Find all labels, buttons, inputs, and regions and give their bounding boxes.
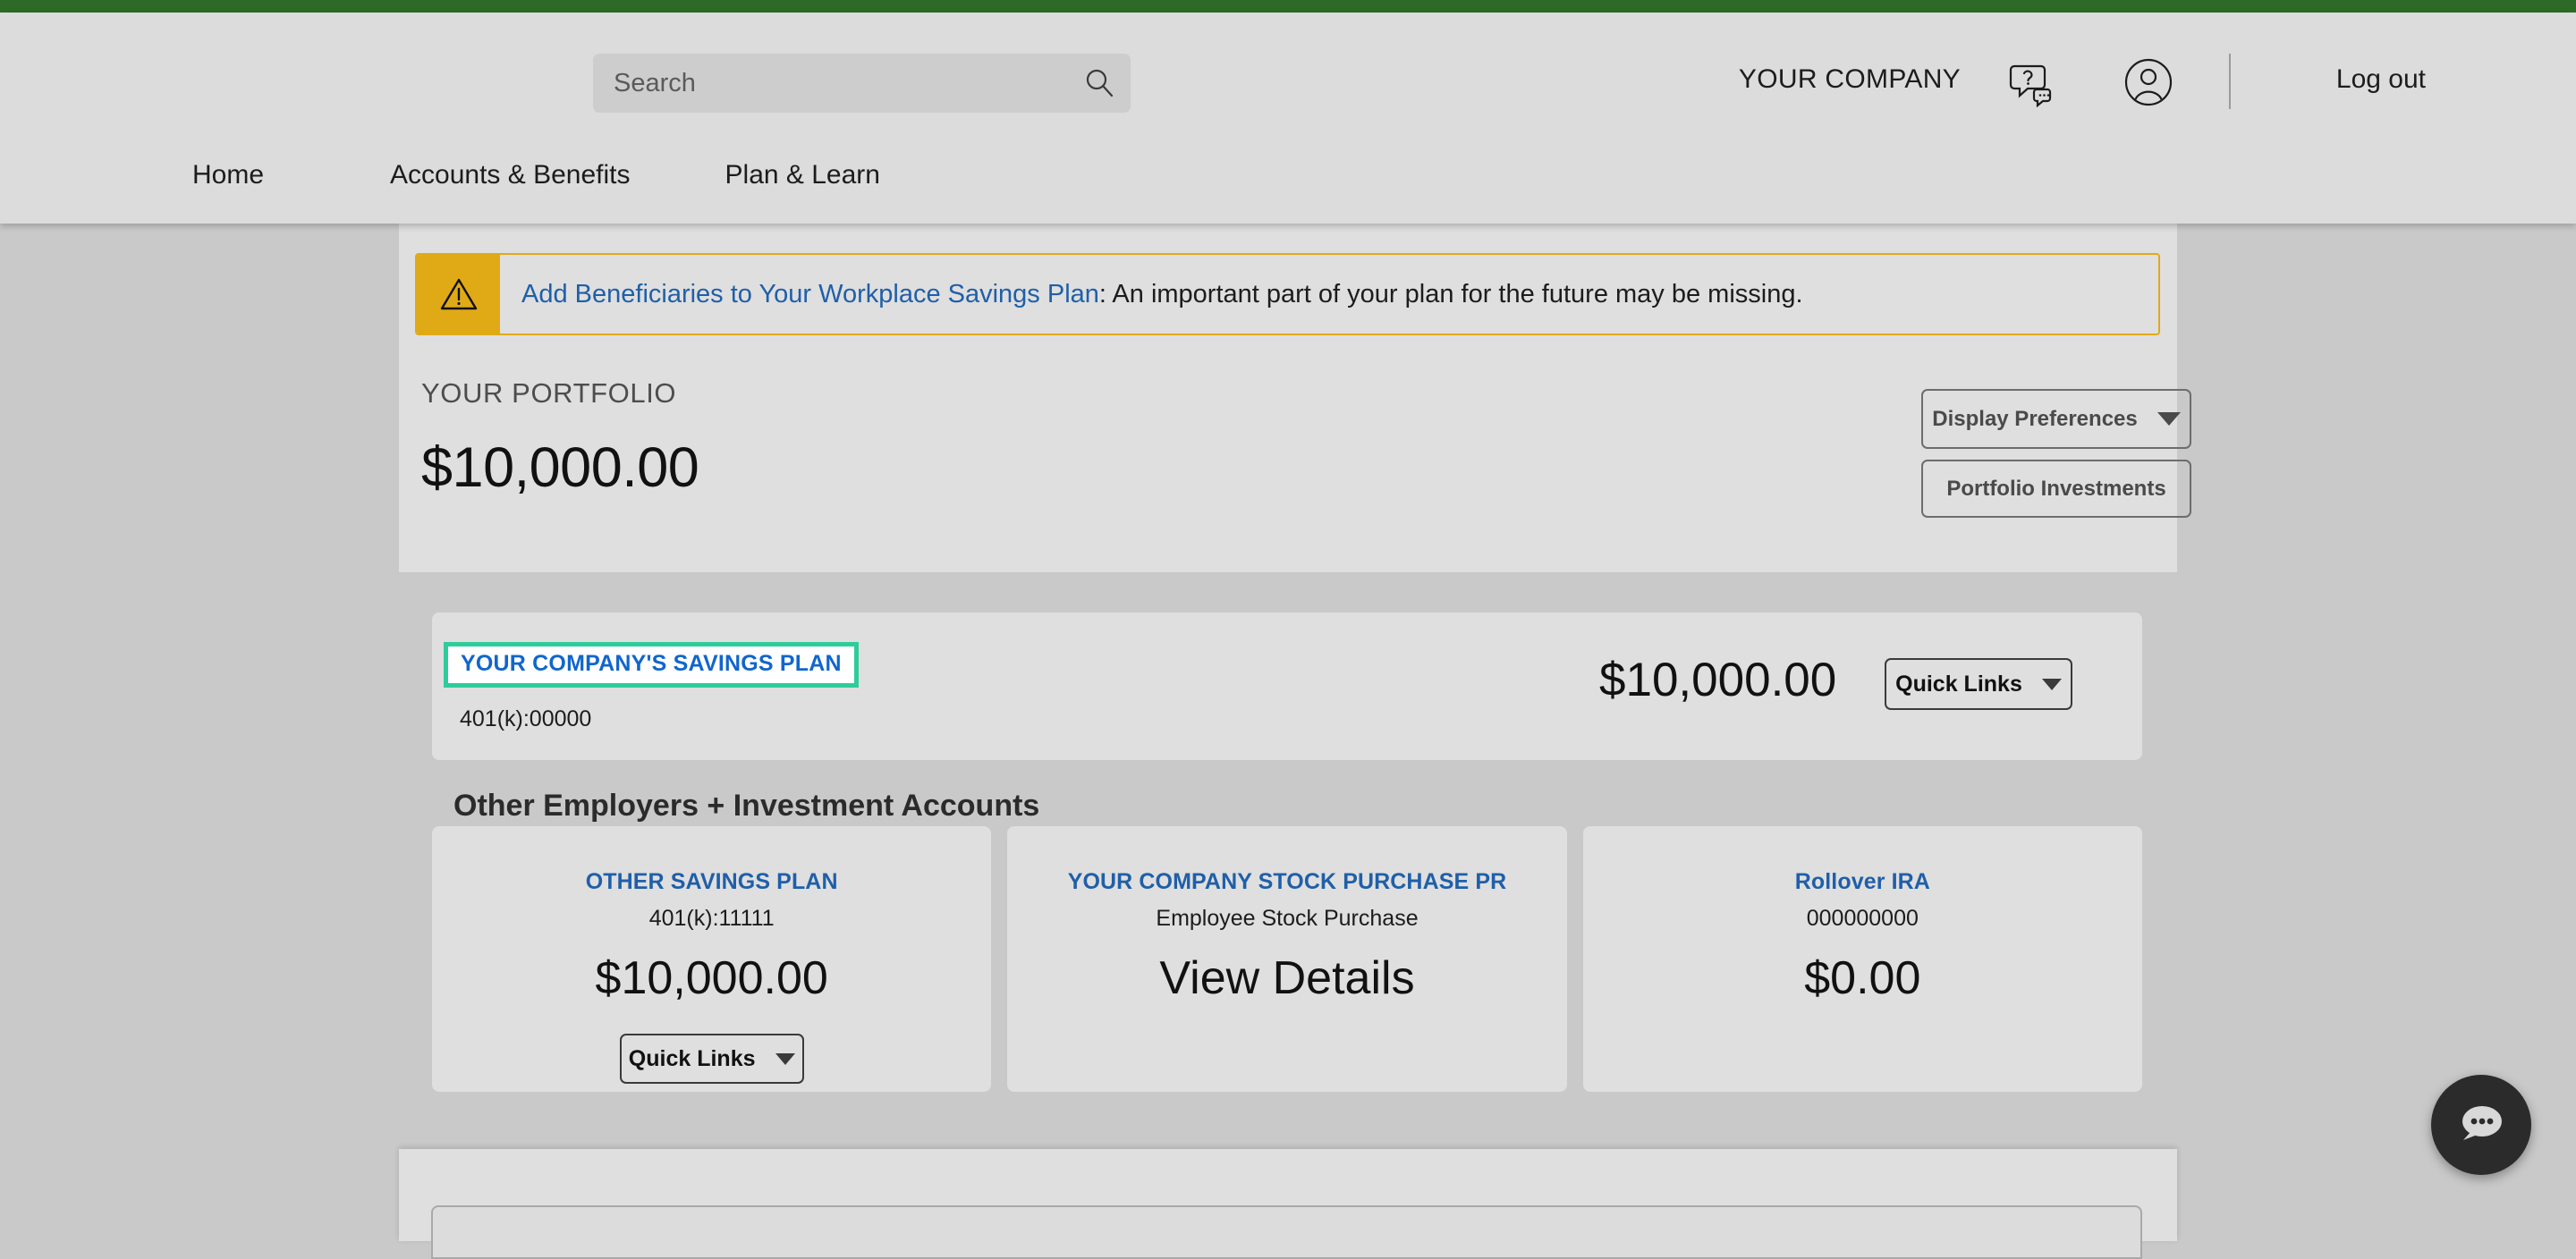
portfolio-label: YOUR PORTFOLIO	[421, 377, 677, 409]
warning-triangle-icon	[417, 255, 500, 334]
chevron-down-icon	[2157, 412, 2181, 426]
account-card: Rollover IRA 000000000 $0.00	[1582, 826, 2142, 1092]
portfolio-total-value: $10,000.00	[421, 436, 699, 499]
chevron-down-icon	[2041, 678, 2062, 690]
other-accounts-row: OTHER SAVINGS PLAN 401(k):11111 $10,000.…	[432, 826, 2142, 1092]
display-preferences-button[interactable]: Display Preferences	[1921, 389, 2191, 449]
next-section-card	[431, 1205, 2142, 1259]
beneficiary-alert-banner: Add Beneficiaries to Your Workplace Savi…	[415, 253, 2160, 335]
main-navigation: Home Accounts & Benefits Plan & Learn	[0, 160, 880, 190]
alert-message: Add Beneficiaries to Your Workplace Savi…	[500, 255, 1803, 334]
plan-quick-links-button[interactable]: Quick Links	[1885, 658, 2072, 710]
account-card: OTHER SAVINGS PLAN 401(k):11111 $10,000.…	[432, 826, 992, 1092]
nav-item-plan-and-learn[interactable]: Plan & Learn	[725, 160, 880, 190]
logout-link[interactable]: Log out	[2336, 64, 2426, 95]
account-quick-links-label: Quick Links	[628, 1045, 756, 1071]
page-body: Add Beneficiaries to Your Workplace Savi…	[0, 224, 2576, 1259]
account-card: YOUR COMPANY STOCK PURCHASE PR Employee …	[1007, 826, 1567, 1092]
search-box[interactable]	[593, 54, 1131, 113]
account-value: $0.00	[1804, 952, 1921, 1004]
account-subtitle: 000000000	[1806, 906, 1919, 931]
plan-name-link[interactable]: YOUR COMPANY'S SAVINGS PLAN	[461, 651, 842, 676]
nav-item-accounts-and-benefits[interactable]: Accounts & Benefits	[390, 160, 630, 190]
plan-name-focus-ring: YOUR COMPANY'S SAVINGS PLAN	[444, 642, 859, 688]
alert-link[interactable]: Add Beneficiaries to Your Workplace Savi…	[521, 280, 1099, 309]
plan-account-id: 401(k):00000	[460, 706, 592, 731]
help-chat-bubble-icon[interactable]	[2005, 55, 2059, 109]
portfolio-investments-label: Portfolio Investments	[1946, 476, 2166, 501]
company-name: YOUR COMPANY	[1738, 64, 1961, 94]
chevron-down-icon	[775, 1052, 795, 1065]
chat-bubble-icon[interactable]	[2431, 1075, 2531, 1175]
alert-rest-text: : An important part of your plan for the…	[1098, 279, 1803, 308]
account-subtitle: 401(k):11111	[648, 906, 775, 931]
plan-quick-links-label: Quick Links	[1895, 671, 2022, 697]
site-header: YOUR COMPANY Log out Home Accounts & Ben…	[0, 13, 2576, 224]
brand-accent-bar	[0, 0, 2576, 13]
plan-balance: $10,000.00	[1599, 654, 1837, 706]
portfolio-investments-button[interactable]: Portfolio Investments	[1921, 460, 2191, 518]
user-account-icon[interactable]	[2122, 55, 2175, 109]
account-title-link[interactable]: Rollover IRA	[1583, 869, 2142, 895]
primary-plan-card: YOUR COMPANY'S SAVINGS PLAN 401(k):00000…	[432, 613, 2142, 760]
portfolio-panel: Add Beneficiaries to Your Workplace Savi…	[399, 224, 2191, 572]
account-quick-links-button[interactable]: Quick Links	[619, 1034, 804, 1084]
account-value: $10,000.00	[595, 952, 828, 1004]
header-divider	[2229, 54, 2231, 109]
search-icon[interactable]	[1068, 54, 1131, 113]
search-input[interactable]	[593, 68, 1068, 98]
account-title-link[interactable]: OTHER SAVINGS PLAN	[432, 869, 991, 895]
display-preferences-label: Display Preferences	[1932, 406, 2138, 431]
account-title-link[interactable]: YOUR COMPANY STOCK PURCHASE PR	[1007, 869, 1566, 895]
other-accounts-heading: Other Employers + Investment Accounts	[453, 789, 1040, 823]
nav-item-home[interactable]: Home	[192, 160, 264, 190]
account-value[interactable]: View Details	[1007, 951, 1566, 1005]
account-subtitle: Employee Stock Purchase	[1156, 906, 1419, 931]
next-section-panel	[399, 1149, 2177, 1259]
